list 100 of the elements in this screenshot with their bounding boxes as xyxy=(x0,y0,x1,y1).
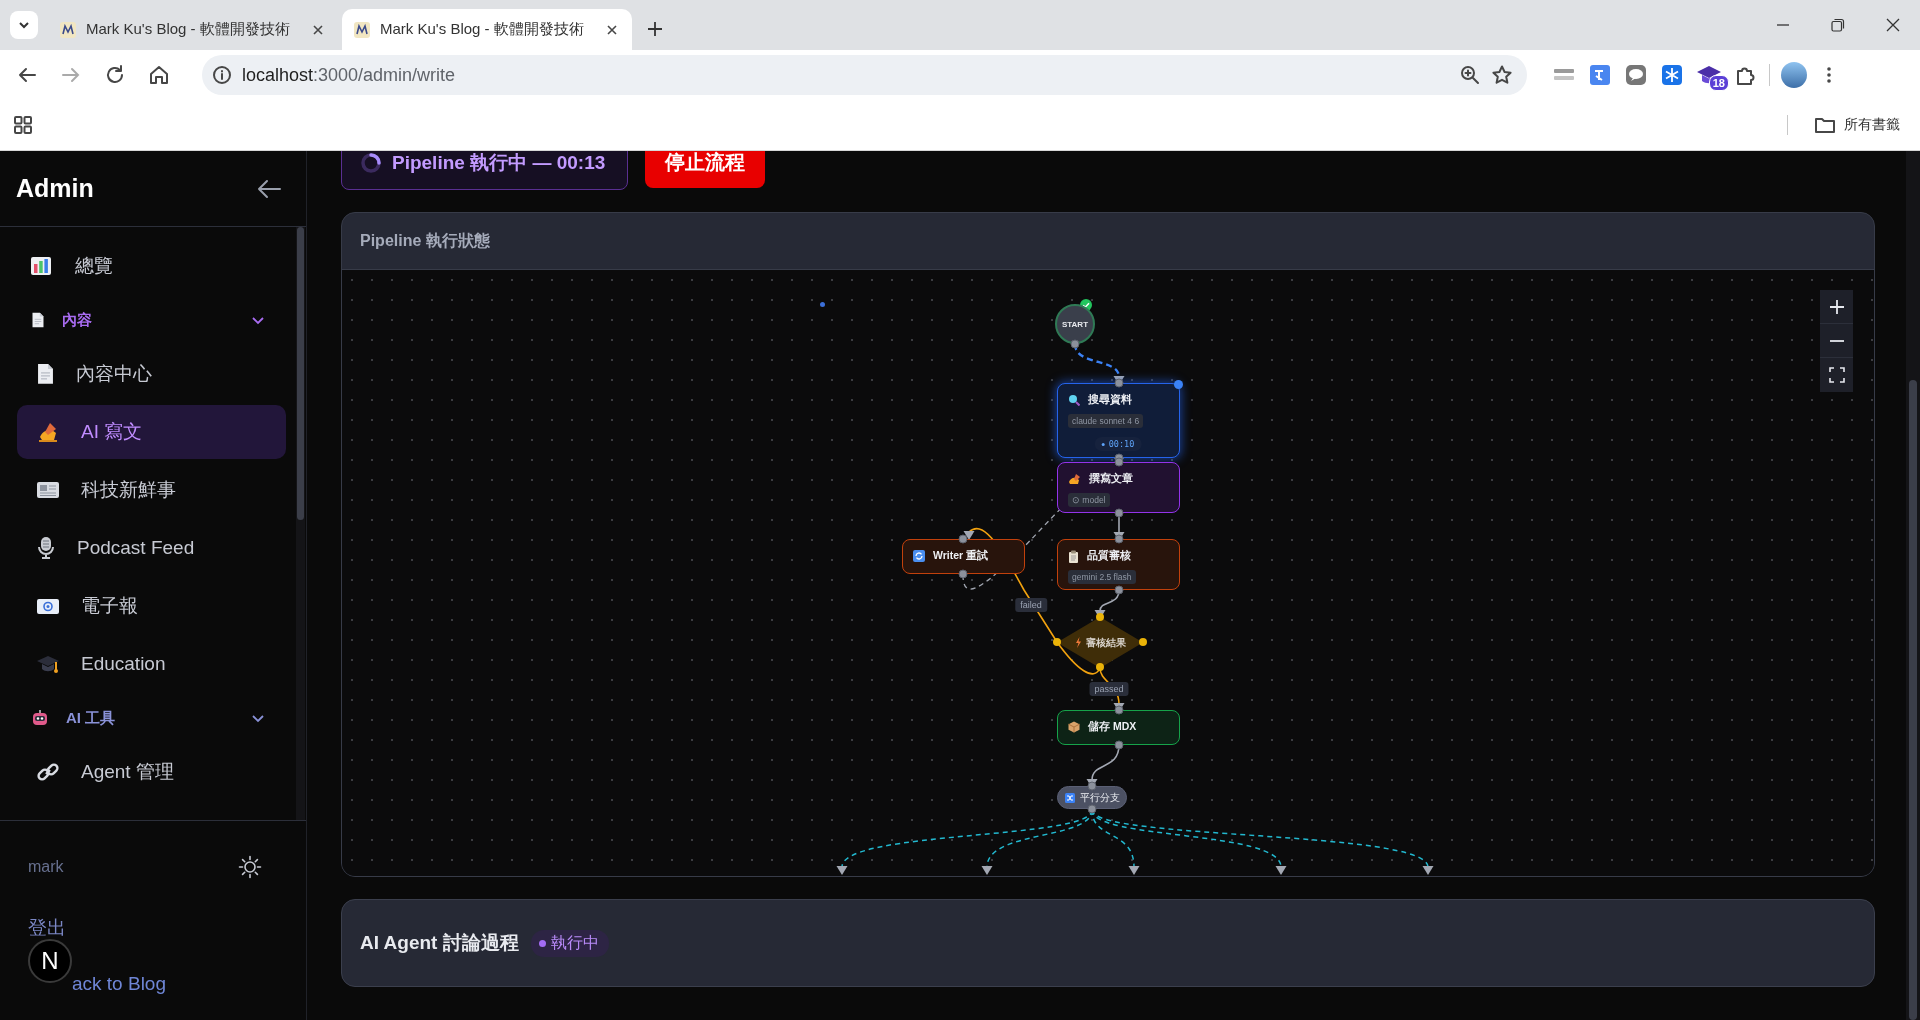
connection-handle[interactable] xyxy=(1070,339,1080,349)
start-node: START xyxy=(1055,304,1095,344)
close-icon xyxy=(1885,18,1900,32)
model-tag: ⊙ model xyxy=(1068,493,1110,507)
node-label: 審核結果 xyxy=(1085,635,1126,650)
connection-handle[interactable] xyxy=(1114,705,1124,715)
sidebar-item[interactable]: AI 寫文 xyxy=(17,405,286,459)
apps-icon xyxy=(14,116,32,134)
node-label: 品質審核 xyxy=(1087,549,1131,563)
stop-button[interactable]: 停止流程 xyxy=(645,151,766,188)
info-icon xyxy=(212,65,232,85)
browser-tab[interactable]: Mark Ku's Blog - 軟體開發技術 xyxy=(48,9,338,50)
translate-icon xyxy=(1587,62,1613,88)
edge-label: failed xyxy=(1015,598,1047,612)
spinner-icon xyxy=(360,151,382,174)
link-icon xyxy=(36,760,60,784)
status-text: Pipeline 執行中 — 00:13 xyxy=(392,151,606,175)
user-name: mark xyxy=(28,858,64,876)
model-tag: gemini 2.5 flash xyxy=(1068,570,1136,584)
sidebar-group[interactable]: 內容 xyxy=(17,297,286,343)
connection-handle[interactable] xyxy=(1114,508,1124,518)
status-dot xyxy=(1174,380,1183,389)
connection-handle[interactable] xyxy=(1087,781,1097,791)
reload-icon xyxy=(104,64,126,86)
envelope-icon xyxy=(36,596,60,616)
document-icon xyxy=(31,311,45,329)
marker-dot xyxy=(820,302,825,307)
zoom-in-icon xyxy=(1459,64,1481,86)
newspaper-icon xyxy=(36,480,60,500)
connection-handle[interactable] xyxy=(1053,638,1061,646)
sidebar-title: Admin xyxy=(16,174,94,203)
connection-handle[interactable] xyxy=(958,534,968,544)
restore-icon xyxy=(1830,18,1845,32)
refresh-icon xyxy=(913,550,925,562)
node-label: 搜尋資料 xyxy=(1088,393,1132,407)
back-to-blog-link[interactable]: ack to Blog xyxy=(72,973,166,995)
scrollbar[interactable] xyxy=(1906,151,1920,1020)
edge-label: passed xyxy=(1089,682,1129,696)
timer-badge: 00:10 xyxy=(1094,437,1142,451)
sidebar-item[interactable]: 內容中心 xyxy=(17,347,286,401)
plus-icon xyxy=(1828,298,1845,315)
document-icon xyxy=(36,363,55,385)
node-label: 平行分支 xyxy=(1079,790,1120,805)
home-icon xyxy=(148,64,170,86)
shuffle-icon xyxy=(1064,792,1075,803)
connection-handle[interactable] xyxy=(1114,740,1124,750)
connection-handle[interactable] xyxy=(1114,585,1124,595)
microphone-icon xyxy=(36,536,56,560)
bar-chart-icon xyxy=(30,255,52,277)
panel-title: Pipeline 執行狀態 xyxy=(360,230,490,251)
connection-handle[interactable] xyxy=(1087,804,1097,814)
address-bar[interactable]: localhost:3000/admin/write xyxy=(202,55,1527,95)
bookmarks-folder[interactable]: 所有書籤 xyxy=(1808,111,1906,139)
menu-icon xyxy=(1827,67,1831,83)
sidebar-group[interactable]: AI 工具 xyxy=(17,695,286,741)
folder-icon xyxy=(1814,115,1836,135)
box-icon xyxy=(1068,721,1080,733)
model-tag: claude sonnet 4 6 xyxy=(1068,414,1144,428)
clipboard-icon xyxy=(1068,549,1079,563)
connection-handle[interactable] xyxy=(1096,613,1104,621)
sidebar-scrollbar[interactable] xyxy=(296,227,305,820)
connection-handle[interactable] xyxy=(1139,638,1147,646)
connection-handle[interactable] xyxy=(1114,378,1124,388)
arrow-left-icon xyxy=(256,177,282,200)
fullscreen-icon xyxy=(1828,367,1845,383)
sun-icon xyxy=(238,855,262,879)
status-badge: 執行中 xyxy=(530,929,609,957)
sidebar-item[interactable]: Podcast Feed xyxy=(17,521,286,575)
robot-icon xyxy=(31,709,49,727)
graduation-cap-icon xyxy=(36,653,60,675)
sidebar-item[interactable]: 總覽 xyxy=(17,239,286,293)
snowflake-icon xyxy=(1659,62,1685,88)
notification-badge: 18 xyxy=(1708,75,1729,91)
browser-tab[interactable]: Mark Ku's Blog - 軟體開發技術 xyxy=(342,9,632,50)
writing-hand-icon xyxy=(1068,473,1081,485)
node-label: 撰寫文章 xyxy=(1089,472,1133,486)
tab-search-button[interactable] xyxy=(10,11,38,39)
node-label: Writer 重試 xyxy=(933,549,989,563)
sidebar-item[interactable]: Education xyxy=(17,637,286,691)
theme-toggle[interactable] xyxy=(238,855,262,879)
sidebar-item[interactable]: Agent 管理 xyxy=(17,745,286,799)
node-label: 儲存 MDX xyxy=(1088,720,1137,734)
favicon-icon xyxy=(354,21,370,38)
avatar-icon xyxy=(1780,61,1808,89)
connection-handle[interactable] xyxy=(958,569,968,579)
lightning-icon xyxy=(1074,636,1082,648)
panel-title: AI Agent 討論過程 xyxy=(360,931,519,955)
magnifier-icon xyxy=(1068,394,1080,406)
connection-handle[interactable] xyxy=(1114,534,1124,544)
logout-link[interactable]: 登出 xyxy=(28,915,66,941)
sidebar-item[interactable]: 電子報 xyxy=(17,579,286,633)
minus-icon xyxy=(1829,339,1844,342)
star-icon xyxy=(1491,64,1513,86)
sidebar-item[interactable]: 科技新鮮事 xyxy=(17,463,286,517)
chat-icon xyxy=(1623,62,1649,88)
collapse-button[interactable] xyxy=(256,177,282,200)
zoom-in-button[interactable] xyxy=(1820,290,1853,324)
writing-hand-icon xyxy=(36,421,60,443)
dev-tools-badge[interactable]: N xyxy=(28,939,72,983)
connection-handle[interactable] xyxy=(1096,663,1104,671)
